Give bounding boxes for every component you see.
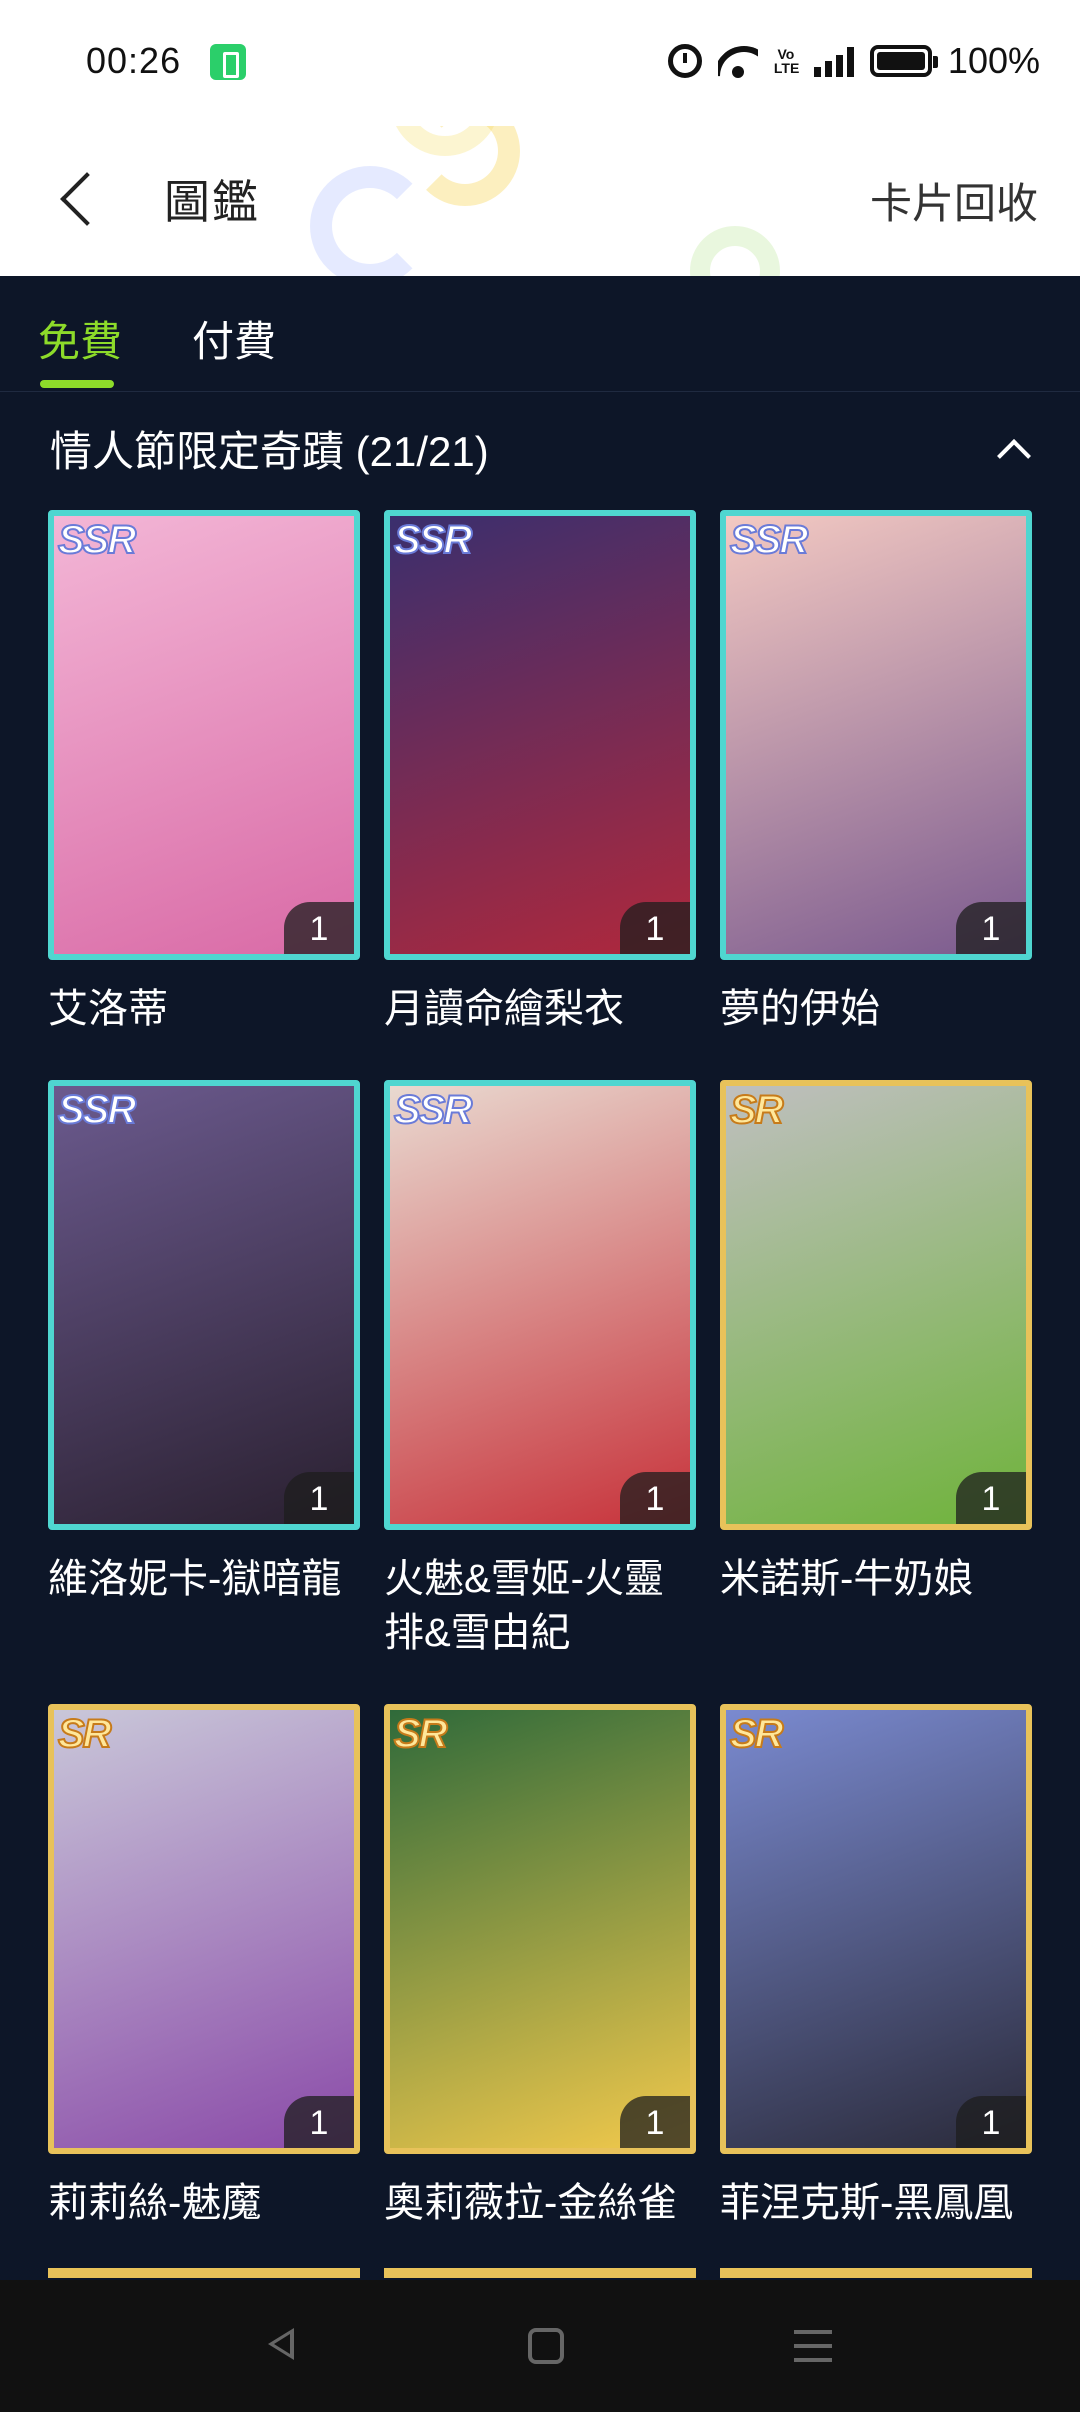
tab-paid[interactable]: 付費: [192, 308, 276, 369]
card-frame: SSR 1: [384, 1080, 696, 1530]
count-badge: 1: [620, 2096, 690, 2148]
card-frame: SSR 1: [48, 510, 360, 960]
page-title: 圖鑑: [164, 176, 260, 228]
card-item[interactable]: SSR 1 維洛妮卡-獄暗龍: [48, 1080, 360, 1606]
card-artwork: [726, 516, 1026, 954]
nav-recents-icon[interactable]: [794, 2330, 832, 2362]
card-artwork: [726, 1086, 1026, 1524]
card-name: 奧莉薇拉-金絲雀: [384, 2181, 678, 2225]
card-name: 菲涅克斯-黑鳳凰: [720, 2181, 1014, 2225]
card-name: 維洛妮卡-獄暗龍: [48, 1557, 342, 1601]
card-artwork: [390, 1710, 690, 2148]
chevron-up-icon[interactable]: [994, 432, 1030, 468]
alarm-icon: [667, 44, 702, 78]
back-button[interactable]: [52, 166, 112, 236]
count-badge: 1: [284, 2096, 354, 2148]
rarity-badge: SR: [729, 1087, 785, 1133]
nav-home-icon[interactable]: [528, 2328, 564, 2364]
count-badge: 1: [284, 902, 354, 954]
card-item-partial[interactable]: [720, 2268, 1032, 2278]
count-badge: 1: [620, 902, 690, 954]
card-item[interactable]: SSR 1 火魅&雪姬-火靈排&雪由紀: [384, 1080, 696, 1660]
volte-icon: Vo LTE: [773, 46, 800, 76]
battery-saver-icon: [210, 44, 246, 80]
card-name: 莉莉絲-魅魔: [48, 2181, 262, 2225]
count-badge: 1: [284, 1472, 354, 1524]
card-frame: SR 1: [384, 1704, 696, 2154]
card-artwork: [54, 1086, 354, 1524]
rarity-badge: SSR: [57, 1087, 137, 1133]
card-name: 月讀命繪梨衣: [384, 987, 624, 1031]
card-item[interactable]: SSR 1 月讀命繪梨衣: [384, 510, 696, 1036]
card-item[interactable]: SSR 1 艾洛蒂: [48, 510, 360, 1036]
count-badge: 1: [956, 902, 1026, 954]
card-frame: SSR 1: [384, 510, 696, 960]
card-item[interactable]: SSR 1 夢的伊始: [720, 510, 1032, 1036]
card-artwork: [54, 1710, 354, 2148]
card-item[interactable]: SR 1 菲涅克斯-黑鳳凰: [720, 1704, 1032, 2230]
card-frame: SSR 1: [48, 1080, 360, 1530]
card-artwork: [390, 1086, 690, 1524]
card-item-partial[interactable]: [48, 2268, 360, 2278]
system-nav-bar: [0, 2280, 1080, 2412]
card-item[interactable]: SR 1 米諾斯-牛奶娘: [720, 1080, 1032, 1606]
card-item[interactable]: SR 1 奧莉薇拉-金絲雀: [384, 1704, 696, 2230]
card-name: 米諾斯-牛奶娘: [720, 1557, 974, 1601]
card-item-partial[interactable]: [384, 2268, 696, 2278]
rarity-badge: SSR: [729, 517, 809, 563]
count-badge: 1: [620, 1472, 690, 1524]
tab-indicator: [40, 380, 114, 388]
card-name: 火魅&雪姬-火靈排&雪由紀: [384, 1557, 664, 1655]
section-title: 情人節限定奇蹟 (21/21): [50, 428, 489, 475]
decoration-ring: [690, 226, 780, 276]
card-name: 艾洛蒂: [48, 987, 168, 1031]
count-badge: 1: [956, 2096, 1026, 2148]
rarity-badge: SR: [57, 1711, 113, 1757]
card-frame: SR 1: [48, 1704, 360, 2154]
rarity-badge: SSR: [57, 517, 137, 563]
signal-icon: [813, 45, 854, 77]
card-frame: SR 1: [720, 1080, 1032, 1530]
card-item[interactable]: SR 1 莉莉絲-魅魔: [48, 1704, 360, 2230]
card-name: 夢的伊始: [720, 987, 880, 1031]
status-time: 00:26: [86, 40, 182, 81]
decoration-ring: [310, 166, 430, 276]
status-icons: Vo LTE 100%: [667, 38, 1040, 84]
decoration-ring: [410, 126, 520, 206]
tab-bar: 免費 付費: [0, 276, 1080, 392]
rarity-badge: SR: [729, 1711, 785, 1757]
battery-icon: [869, 45, 938, 77]
battery-percent: 100%: [947, 40, 1040, 81]
card-frame: SR 1: [720, 1704, 1032, 2154]
nav-back-icon[interactable]: [262, 2324, 298, 2364]
rarity-badge: SSR: [393, 517, 473, 563]
status-bar: 00:26 Vo LTE 100%: [0, 0, 1080, 126]
card-frame: SSR 1: [720, 510, 1032, 960]
section-header[interactable]: 情人節限定奇蹟 (21/21): [0, 392, 1080, 502]
card-artwork: [54, 516, 354, 954]
card-artwork: [726, 1710, 1026, 2148]
rarity-badge: SR: [393, 1711, 449, 1757]
wifi-icon: [718, 44, 758, 78]
rarity-badge: SSR: [393, 1087, 473, 1133]
card-artwork: [390, 516, 690, 954]
card-recycle-button[interactable]: 卡片回收: [870, 170, 1038, 231]
app-header: 圖鑑 卡片回收: [0, 126, 1080, 276]
tab-free[interactable]: 免費: [38, 308, 122, 369]
count-badge: 1: [956, 1472, 1026, 1524]
